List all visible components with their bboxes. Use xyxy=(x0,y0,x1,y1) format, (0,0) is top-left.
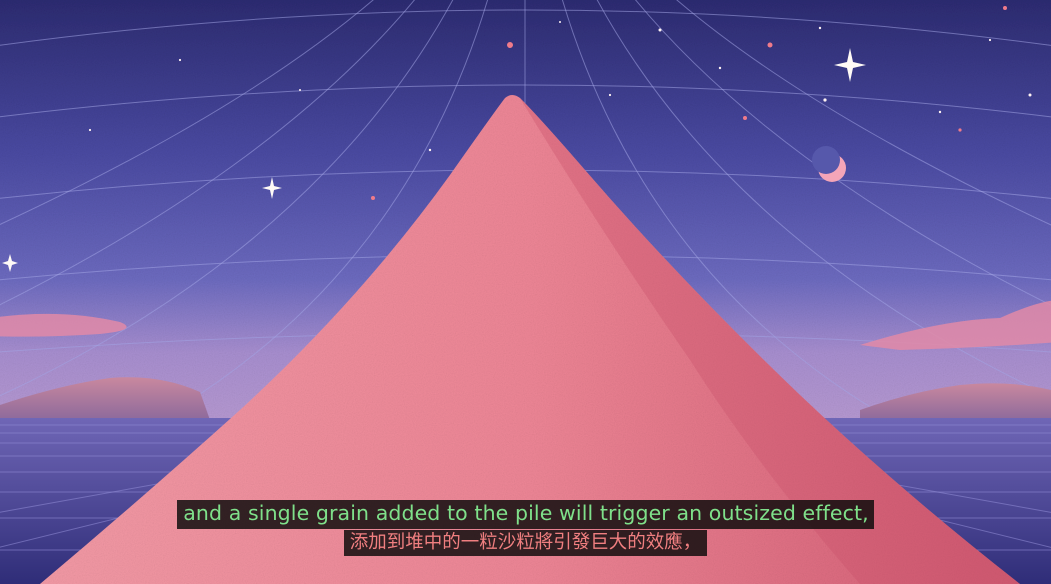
video-player-frame[interactable]: and a single grain added to the pile wil… xyxy=(0,0,1051,584)
video-scene-illustration xyxy=(0,0,1051,584)
